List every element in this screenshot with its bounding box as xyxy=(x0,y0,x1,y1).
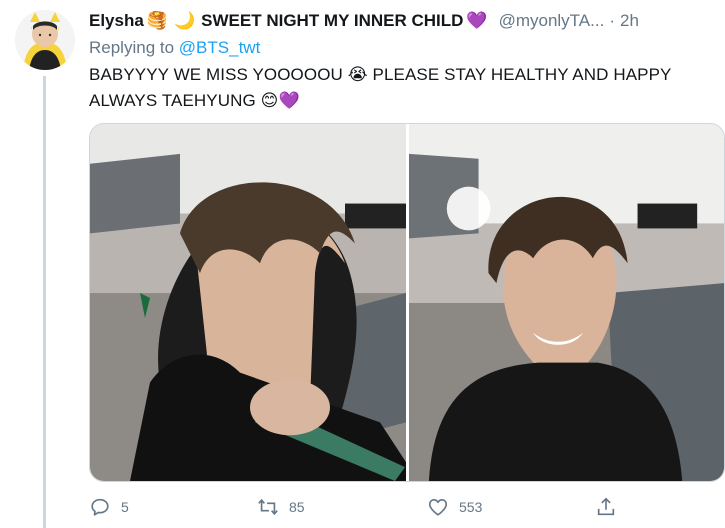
media-grid xyxy=(89,123,725,482)
display-name-suffix[interactable]: SWEET NIGHT MY INNER CHILD xyxy=(201,11,463,31)
avatar-image xyxy=(15,10,75,70)
photo-1-image xyxy=(90,124,406,481)
user-handle[interactable]: @myonlyTA... xyxy=(499,11,605,31)
moon-emoji: 🌙 xyxy=(173,11,196,30)
share-icon xyxy=(597,497,615,516)
photo-2-image xyxy=(409,124,724,481)
retweet-icon xyxy=(258,498,278,516)
separator-dot: · xyxy=(609,11,615,30)
reply-icon xyxy=(91,498,109,516)
reply-button[interactable]: 5 xyxy=(89,492,129,522)
like-count: 553 xyxy=(459,499,483,515)
pancake-emoji: 🥞 xyxy=(146,11,168,30)
heart-icon xyxy=(428,499,448,516)
retweet-count: 85 xyxy=(289,499,305,515)
replying-to-prefix: Replying to xyxy=(89,38,175,57)
media-photo-2[interactable] xyxy=(409,124,724,481)
replying-to-link[interactable]: @BTS_twt xyxy=(179,38,261,57)
purple-heart-emoji: 💜 xyxy=(466,11,488,30)
retweet-button[interactable]: 85 xyxy=(257,492,305,522)
tweet-header: Elysha 🥞 🌙 SWEET NIGHT MY INNER CHILD 💜 … xyxy=(89,10,639,32)
media-photo-1[interactable] xyxy=(90,124,406,481)
display-name[interactable]: Elysha xyxy=(89,11,144,31)
like-button[interactable]: 553 xyxy=(427,492,482,522)
timestamp[interactable]: 2h xyxy=(620,11,639,31)
tweet-text: BABYYYY WE MISS YOOOOOU 😭 PLEASE STAY HE… xyxy=(89,65,672,110)
replying-to: Replying to @BTS_twt xyxy=(89,38,260,58)
thread-connector-line xyxy=(43,76,46,528)
reply-count: 5 xyxy=(121,499,129,515)
tweet-actions: 5 85 553 xyxy=(89,492,709,522)
share-button[interactable] xyxy=(595,492,627,522)
avatar[interactable] xyxy=(15,10,75,70)
